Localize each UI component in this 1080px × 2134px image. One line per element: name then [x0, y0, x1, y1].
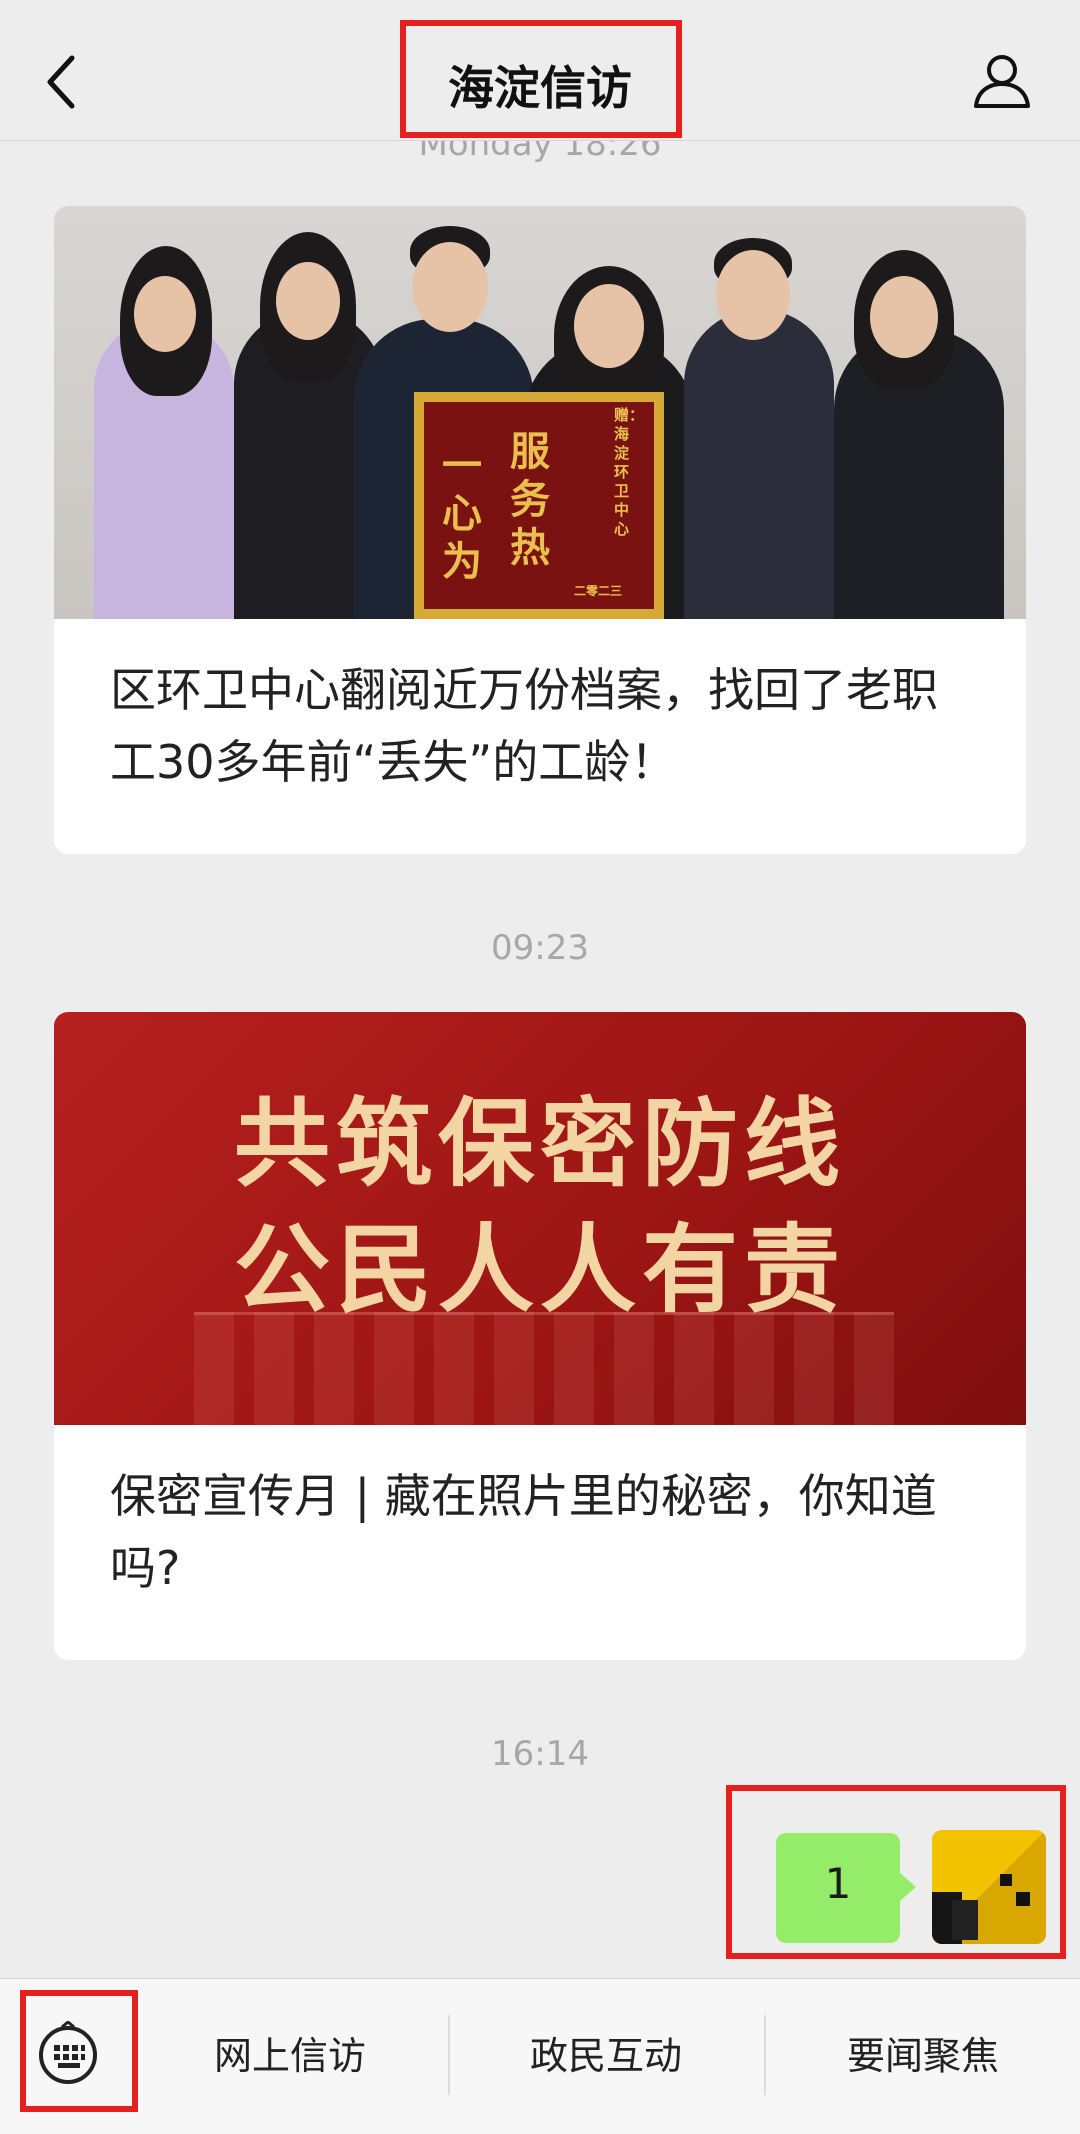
- timestamp-1614: 16:14: [491, 1734, 589, 1774]
- page-title: 海淀信访: [448, 61, 632, 115]
- article-card-1[interactable]: 一心为 服务热 赠：海淀环卫中心 二零二三 区环卫中心翻阅近万份档案，找回了老职…: [54, 206, 1026, 854]
- timestamp-0923: 09:23: [491, 928, 589, 968]
- message-text: 1: [824, 1859, 852, 1908]
- banner-line-1: 共筑保密防线: [234, 1087, 846, 1200]
- article-title-1[interactable]: 区环卫中心翻阅近万份档案，找回了老职工30多年前“丢失”的工龄！: [110, 654, 970, 798]
- message-bubble[interactable]: 1: [776, 1833, 916, 1943]
- article-title-2[interactable]: 保密宣传月 | 藏在照片里的秘密，你知道吗?: [110, 1460, 970, 1604]
- header-bar: 海淀信访: [0, 0, 1080, 141]
- menu-item-gov-interaction[interactable]: 政民互动: [450, 1979, 762, 2134]
- menu-item-online-petition[interactable]: 网上信访: [134, 1979, 446, 2134]
- profile-icon[interactable]: [972, 50, 1032, 110]
- article-image-group-photo: 一心为 服务热 赠：海淀环卫中心 二零二三: [54, 206, 1026, 619]
- award-banner: 一心为 服务热 赠：海淀环卫中心 二零二三: [414, 392, 664, 619]
- article-card-2[interactable]: 共筑保密防线 公民人人有责 保密宣传月 | 藏在照片里的秘密，你知道吗?: [54, 1012, 1026, 1660]
- banner-line-2: 公民人人有责: [234, 1213, 846, 1326]
- keyboard-icon[interactable]: [36, 2020, 100, 2085]
- article-image-security-banner: 共筑保密防线 公民人人有责: [54, 1012, 1026, 1425]
- user-avatar[interactable]: [932, 1830, 1046, 1944]
- menu-item-news-focus[interactable]: 要闻聚焦: [766, 1979, 1080, 2134]
- bottom-menu-bar: 网上信访 政民互动 要闻聚焦: [0, 1978, 1080, 2134]
